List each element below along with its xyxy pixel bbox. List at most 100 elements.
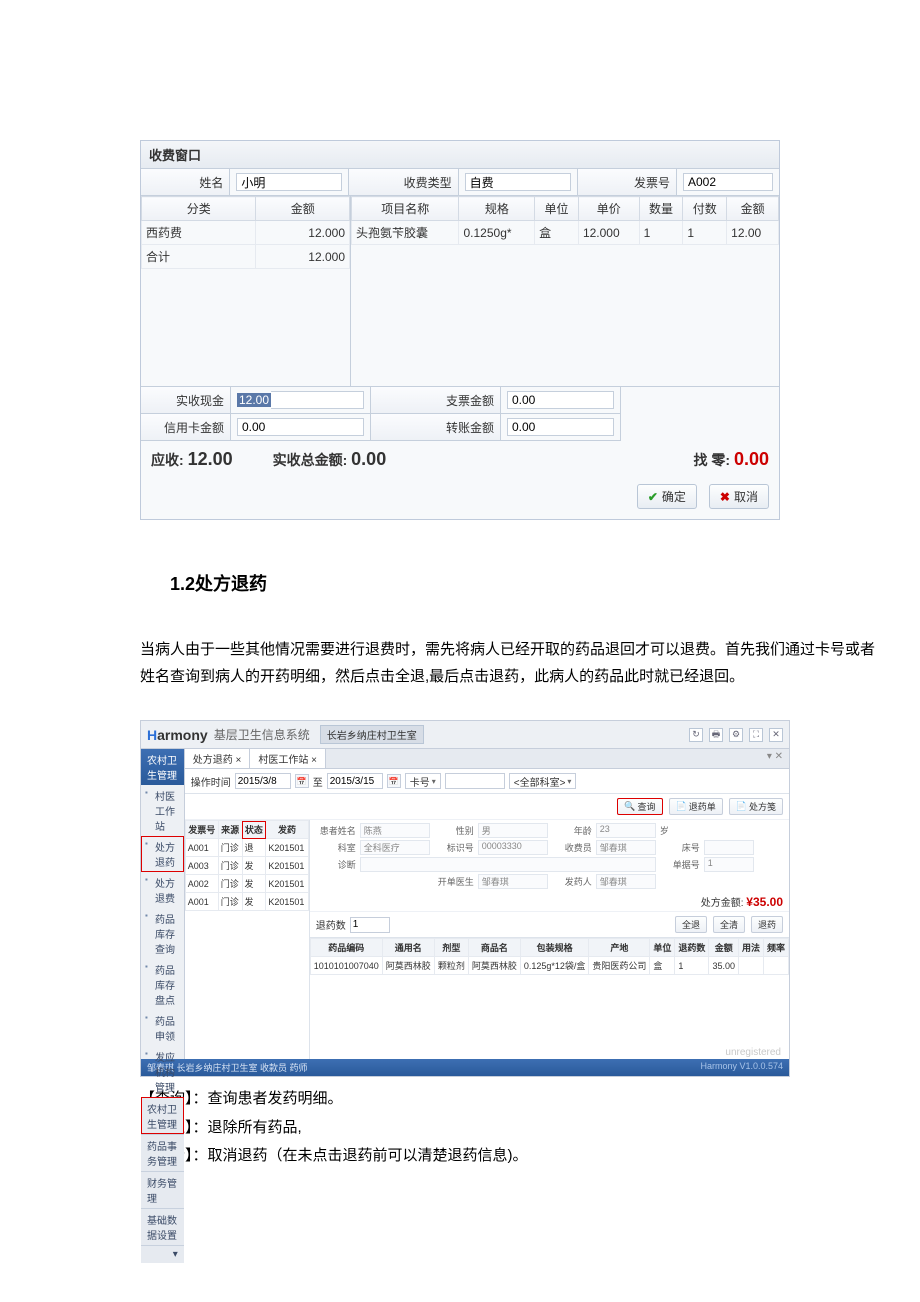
col-source: 来源 — [218, 821, 242, 839]
returnlist-button[interactable]: 📄退药单 — [669, 798, 723, 815]
sidebar-section[interactable]: 基础数据设置 — [141, 1208, 184, 1245]
setting-icon[interactable]: ⚙ — [729, 728, 743, 742]
name-input[interactable] — [236, 173, 342, 191]
scope-select[interactable]: <全部科室> — [509, 773, 577, 789]
label-to: 至 — [313, 774, 323, 789]
harmony-window: Harmony 基层卫生信息系统 长岩乡纳庄村卫生室 ↻ 🖶 ⚙ ⛶ ✕ 农村卫… — [140, 720, 790, 1077]
label-chargetype: 收费类型 — [349, 169, 458, 195]
sidebar-item[interactable]: 村医工作站 — [141, 785, 184, 836]
col-pay: 付数 — [683, 197, 727, 221]
tab[interactable]: 村医工作站 × — [250, 749, 326, 768]
sidebar-section[interactable]: 农村卫生管理 — [141, 1097, 184, 1134]
value-change: 0.00 — [734, 449, 769, 469]
allclear-button[interactable]: 全清 — [713, 916, 745, 933]
value-id: 00003330 — [478, 840, 548, 855]
value-due: 12.00 — [188, 449, 233, 469]
app-logo: Harmony — [147, 727, 208, 743]
sidebar-item[interactable]: 处方退费 — [141, 872, 184, 908]
col-itemname: 项目名称 — [352, 197, 459, 221]
label-patient: 患者姓名 — [316, 824, 356, 837]
value-orderdoc: 邹春琪 — [478, 874, 548, 889]
card-input[interactable] — [237, 418, 364, 436]
table-row[interactable]: 合计 12.000 — [142, 245, 350, 269]
value-patient: 陈燕 — [360, 823, 430, 838]
col-qty: 数量 — [639, 197, 683, 221]
key-input[interactable] — [445, 773, 505, 789]
label-sex: 性别 — [434, 824, 474, 837]
query-button[interactable]: 🔍查询 — [617, 798, 662, 815]
window-title: 收费窗口 — [141, 141, 779, 169]
expand-icon[interactable]: ⛶ — [749, 728, 763, 742]
breadcrumb: 长岩乡纳庄村卫生室 — [320, 725, 424, 744]
keytype-select[interactable]: 卡号 — [405, 773, 441, 789]
tabs-more-icon[interactable]: ▾ ✕ — [761, 749, 789, 768]
billing-window: 收费窗口 姓名 收费类型 发票号 分类 金额 西药费 12.000 — [140, 140, 780, 520]
doreturn-button[interactable]: 退药 — [751, 916, 783, 933]
section-heading: 1.2处方退药 — [170, 570, 880, 596]
label-bed: 床号 — [660, 841, 700, 854]
label-name: 姓名 — [141, 169, 230, 195]
col-amount: 金额 — [256, 197, 350, 221]
label-age: 年龄 — [552, 824, 592, 837]
table-row[interactable]: A001门诊退K201501 — [185, 839, 308, 857]
table-row[interactable]: 1010101007040阿莫西林胶颗粒剂阿莫西林胶0.125g*12袋/盒贵阳… — [310, 957, 788, 975]
date-from-input[interactable] — [235, 773, 291, 789]
legend-allreturn: 【全退】：退除所有药品, — [140, 1114, 880, 1143]
value-payer: 邹春琪 — [596, 840, 656, 855]
date-to-input[interactable] — [327, 773, 383, 789]
value-billno: 1 — [704, 857, 754, 872]
close-icon: ✖ — [720, 490, 730, 504]
table-row[interactable]: A002门诊发K201501 — [185, 875, 308, 893]
calendar-icon[interactable]: 📅 — [387, 774, 401, 788]
category-table: 分类 金额 西药费 12.000 合计 12.000 — [141, 196, 351, 386]
sidebar-section[interactable]: 药品事务管理 — [141, 1134, 184, 1171]
table-row[interactable]: 头孢氨苄胶囊 0.1250g* 盒 12.000 1 1 12.00 — [352, 221, 779, 245]
chargetype-input[interactable] — [465, 173, 571, 191]
label-billno: 单据号 — [660, 858, 700, 871]
sidebar-item[interactable]: 药品库存盘点 — [141, 959, 184, 1010]
tab[interactable]: 处方退药 × — [185, 749, 251, 768]
label-actual: 实收总金额: — [273, 452, 348, 468]
rxnote-button[interactable]: 📄处方笺 — [729, 798, 783, 815]
col-unit: 单位 — [535, 197, 579, 221]
sidebar-item[interactable]: 药品库存查询 — [141, 908, 184, 959]
label-diag: 诊断 — [316, 858, 356, 871]
allreturn-button[interactable]: 全退 — [675, 916, 707, 933]
cancel-button[interactable]: ✖取消 — [709, 484, 769, 509]
close-icon[interactable]: ✕ — [769, 728, 783, 742]
table-row[interactable]: 西药费 12.000 — [142, 221, 350, 245]
table-row[interactable]: A001门诊发K201501 — [185, 893, 308, 911]
version-text: Harmony V1.0.0.574 — [700, 1061, 783, 1074]
returnqty-input[interactable] — [350, 917, 390, 933]
value-disp: 邹春琪 — [596, 874, 656, 889]
ok-button[interactable]: ✔确定 — [637, 484, 697, 509]
print-icon[interactable]: 🖶 — [709, 728, 723, 742]
cash-input[interactable]: 12.00 — [237, 393, 271, 407]
sidebar-expand[interactable]: ▾ — [141, 1245, 184, 1263]
invoice-input[interactable] — [683, 173, 773, 191]
sidebar-section[interactable]: 财务管理 — [141, 1171, 184, 1208]
cash-input-field[interactable] — [271, 391, 364, 409]
transfer-input[interactable] — [507, 418, 614, 436]
col-price: 单价 — [578, 197, 639, 221]
label-payer: 收费员 — [552, 841, 592, 854]
item-table: 项目名称 规格 单位 单价 数量 付数 金额 头孢氨苄胶囊 0.1250g* 盒… — [351, 196, 779, 386]
cheque-input[interactable] — [507, 391, 614, 409]
label-transfer: 转账金额 — [371, 414, 501, 441]
search-icon: 🔍 — [624, 801, 635, 812]
sidebar-item-active[interactable]: 处方退药 — [141, 836, 184, 872]
calendar-icon[interactable]: 📅 — [295, 774, 309, 788]
sidebar-item[interactable]: 药品申领 — [141, 1010, 184, 1046]
value-dept: 全科医疗 — [360, 840, 430, 855]
list-icon: 📄 — [676, 801, 687, 812]
sidebar: 农村卫生管理 村医工作站 处方退药 处方退费 药品库存查询 药品库存盘点 药品申… — [141, 749, 185, 1059]
refresh-icon[interactable]: ↻ — [689, 728, 703, 742]
note-icon: 📄 — [736, 801, 747, 812]
sidebar-item[interactable]: 发应机构管理 — [141, 1046, 184, 1097]
label-invoice: 发票号 — [578, 169, 677, 195]
label-rxamt: 处方金额: — [701, 898, 744, 909]
col-dispense: 发药 — [266, 821, 308, 839]
value-bed — [704, 840, 754, 855]
col-category: 分类 — [142, 197, 256, 221]
table-row[interactable]: A003门诊发K201501 — [185, 857, 308, 875]
